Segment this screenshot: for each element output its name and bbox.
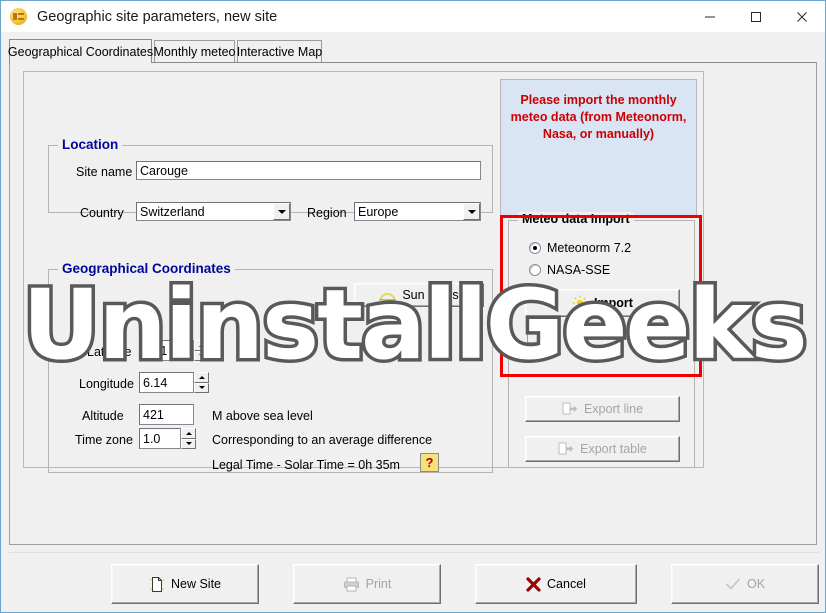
country-combobox[interactable]: Switzerland bbox=[136, 202, 291, 221]
altitude-unit-label: M above sea level bbox=[212, 409, 313, 423]
title-bar: Geographic site parameters, new site bbox=[1, 1, 825, 32]
new-site-label: New Site bbox=[170, 577, 222, 591]
radio-dot-icon bbox=[529, 242, 541, 254]
latitude-spinner-up[interactable] bbox=[194, 340, 209, 351]
meteo-data-import-group: Meteo data Import Meteonorm 7.2 NASA-SSE bbox=[508, 212, 695, 468]
check-mark-icon bbox=[725, 577, 741, 591]
timezone-spinner-down[interactable] bbox=[181, 438, 196, 449]
location-group: Location Site name Carouge Country Switz… bbox=[48, 137, 493, 221]
altitude-input[interactable]: 421 bbox=[139, 404, 194, 425]
latitude-input[interactable]: 46.1 bbox=[139, 340, 194, 361]
export-line-label: Export line bbox=[583, 402, 644, 416]
meteo-option-checkbox[interactable] bbox=[527, 331, 539, 343]
geographical-coordinates-group: Geographical Coordinates Sun paths Latit… bbox=[48, 261, 493, 473]
window-title: Geographic site parameters, new site bbox=[37, 8, 278, 25]
longitude-value: 6.14 bbox=[143, 375, 168, 390]
longitude-label: Longitude bbox=[79, 377, 134, 391]
ok-label: OK bbox=[746, 577, 766, 591]
site-name-input[interactable]: Carouge bbox=[136, 161, 481, 180]
export-table-button: Export table bbox=[525, 436, 680, 462]
longitude-spinner-up[interactable] bbox=[194, 372, 209, 383]
window-controls bbox=[687, 1, 825, 32]
coordinates-group-title: Geographical Coordinates bbox=[58, 261, 235, 276]
latitude-value: 46.1 bbox=[143, 343, 168, 358]
site-name-label: Site name bbox=[76, 165, 133, 179]
altitude-label: Altitude bbox=[82, 409, 124, 423]
minimize-button[interactable] bbox=[687, 1, 733, 32]
tab-monthly-meteo[interactable]: Monthly meteo bbox=[153, 40, 236, 62]
maximize-button[interactable] bbox=[733, 1, 779, 32]
radio-nasa-sse-label: NASA-SSE bbox=[547, 263, 611, 277]
help-button[interactable]: ? bbox=[420, 453, 439, 472]
tab-page-geographical-coordinates: Location Site name Carouge Country Switz… bbox=[9, 62, 817, 545]
cancel-label: Cancel bbox=[547, 577, 586, 591]
cancel-button[interactable]: Cancel bbox=[475, 564, 637, 604]
x-mark-icon bbox=[526, 576, 541, 592]
ok-button: OK bbox=[671, 564, 819, 604]
tab-label: Interactive Map bbox=[236, 44, 323, 59]
region-value: Europe bbox=[358, 204, 399, 219]
meteo-info-panel: Please import the monthly meteo data (fr… bbox=[500, 79, 697, 218]
latitude-spinner[interactable] bbox=[194, 340, 209, 361]
new-document-icon bbox=[149, 576, 165, 593]
latitude-spinner-down[interactable] bbox=[194, 350, 209, 361]
new-site-button[interactable]: New Site bbox=[111, 564, 259, 604]
timezone-input[interactable]: 1.0 bbox=[139, 428, 181, 449]
altitude-value: 421 bbox=[143, 407, 164, 422]
sun-paths-label: Sun paths bbox=[402, 288, 459, 302]
latitude-label: Latitude bbox=[87, 345, 132, 359]
meteo-info-message: Please import the monthly meteo data (fr… bbox=[510, 93, 687, 141]
region-label: Region bbox=[307, 206, 347, 220]
timezone-label: Time zone bbox=[75, 433, 133, 447]
longitude-spinner-down[interactable] bbox=[194, 382, 209, 393]
printer-icon bbox=[343, 577, 360, 592]
timezone-note: Corresponding to an average difference bbox=[212, 433, 433, 447]
tab-interactive-map[interactable]: Interactive Map bbox=[237, 40, 322, 62]
tab-geographical-coordinates[interactable]: Geographical Coordinates bbox=[7, 39, 154, 63]
print-label: Print bbox=[365, 577, 392, 591]
help-label: ? bbox=[425, 455, 434, 470]
tab-bar: Geographical Coordinates Monthly meteo I… bbox=[7, 39, 817, 63]
legal-time-label: Legal Time - Solar Time = 0h 35m bbox=[212, 458, 400, 472]
chevron-down-icon[interactable] bbox=[463, 203, 480, 220]
export-icon bbox=[562, 402, 578, 416]
export-line-button: Export line bbox=[525, 396, 680, 422]
export-icon bbox=[558, 442, 574, 456]
import-label: Import bbox=[594, 296, 633, 310]
country-label: Country bbox=[80, 206, 124, 220]
radio-meteonorm[interactable]: Meteonorm 7.2 bbox=[529, 241, 631, 255]
import-button[interactable]: Import bbox=[525, 289, 680, 317]
application-window: Geographic site parameters, new site Geo… bbox=[0, 0, 826, 613]
longitude-spinner[interactable] bbox=[194, 372, 209, 393]
app-globe-icon bbox=[10, 8, 27, 25]
location-group-title: Location bbox=[58, 137, 123, 152]
timezone-spinner[interactable] bbox=[181, 428, 196, 449]
meteo-import-group-title: Meteo data Import bbox=[518, 212, 634, 226]
timezone-value: 1.0 bbox=[143, 431, 161, 446]
checkbox-icon bbox=[527, 331, 539, 343]
country-value: Switzerland bbox=[140, 204, 205, 219]
footer-separator bbox=[9, 552, 819, 553]
longitude-input[interactable]: 6.14 bbox=[139, 372, 194, 393]
export-table-label: Export table bbox=[580, 442, 647, 456]
print-button: Print bbox=[293, 564, 441, 604]
close-button[interactable] bbox=[779, 1, 825, 32]
tab-label: Monthly meteo bbox=[153, 44, 236, 59]
radio-dot-icon bbox=[529, 264, 541, 276]
sun-paths-button[interactable]: Sun paths bbox=[354, 283, 484, 307]
sun-icon bbox=[572, 295, 588, 311]
site-name-value: Carouge bbox=[140, 163, 188, 178]
region-combobox[interactable]: Europe bbox=[354, 202, 481, 221]
chevron-down-icon[interactable] bbox=[273, 203, 290, 220]
sun-path-icon bbox=[379, 289, 396, 301]
timezone-spinner-up[interactable] bbox=[181, 428, 196, 439]
radio-nasa-sse[interactable]: NASA-SSE bbox=[529, 263, 610, 277]
tab-label: Geographical Coordinates bbox=[7, 44, 154, 59]
radio-meteonorm-label: Meteonorm 7.2 bbox=[547, 241, 632, 255]
